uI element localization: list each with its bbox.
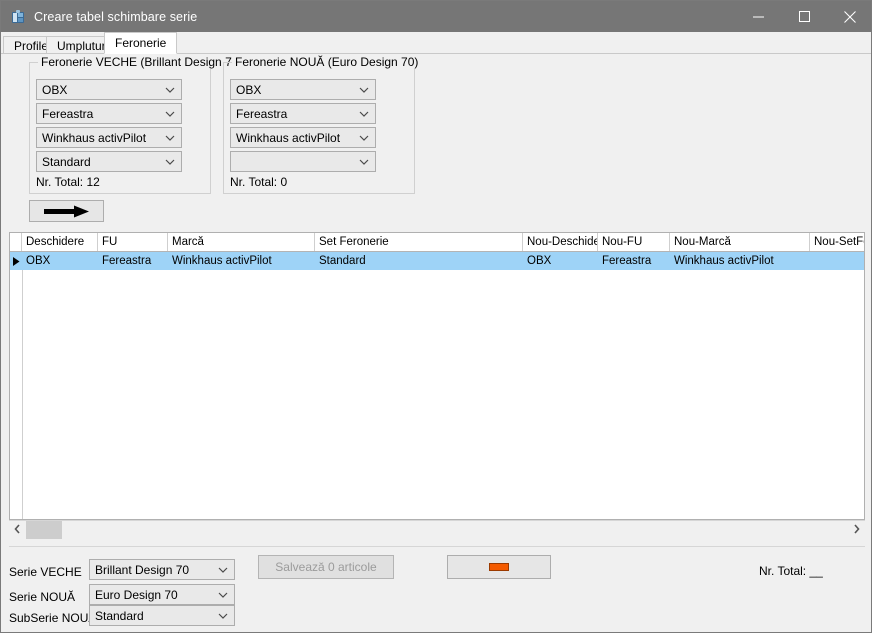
- serie-noua-value: Euro Design 70: [95, 587, 178, 602]
- title-bar: Creare tabel schimbare serie: [1, 1, 871, 32]
- cell-fu: Fereastra: [102, 255, 152, 267]
- noua-set-feronerie-combo[interactable]: [230, 151, 376, 172]
- veche-total-label: Nr. Total: 12: [36, 175, 100, 189]
- noua-marca-combo[interactable]: Winkhaus activPilot: [230, 127, 376, 148]
- noua-marca-value: Winkhaus activPilot: [236, 130, 341, 145]
- chevron-down-icon: [359, 158, 369, 165]
- chevron-down-icon: [359, 134, 369, 141]
- data-grid[interactable]: Deschidere FU Marcă Set Feronerie Nou-De…: [9, 232, 865, 520]
- veche-deschidere-combo[interactable]: OBX: [36, 79, 182, 100]
- chevron-down-icon: [165, 134, 175, 141]
- grid-header-indicator: [10, 233, 22, 251]
- veche-set-feronerie-value: Standard: [42, 154, 91, 169]
- tab-feronerie-label: Feronerie: [115, 36, 167, 50]
- window-title: Creare tabel schimbare serie: [34, 9, 198, 24]
- chevron-down-icon: [359, 110, 369, 117]
- row-indicator-icon: [10, 252, 22, 270]
- cell-nou-setferc: [810, 252, 864, 270]
- noua-total-label: Nr. Total: 0: [230, 175, 288, 189]
- grid-header-deschidere[interactable]: Deschidere: [22, 233, 98, 251]
- cell-deschidere: OBX: [26, 255, 51, 267]
- chevron-right-icon: [853, 523, 860, 537]
- scroll-track[interactable]: [26, 521, 848, 539]
- bottom-divider: [9, 546, 865, 547]
- grid-header-fu[interactable]: FU: [98, 233, 168, 251]
- group-veche-title: Feronerie VECHE (Brillant Design 70): [38, 55, 246, 69]
- veche-deschidere-value: OBX: [42, 82, 68, 97]
- serie-noua-label: Serie NOUĂ: [9, 590, 76, 604]
- noua-deschidere-value: OBX: [236, 82, 262, 97]
- grid-header-nou-deschidere[interactable]: Nou-Deschidere: [523, 233, 598, 251]
- scroll-right-button[interactable]: [848, 521, 865, 539]
- minimize-button[interactable]: [735, 1, 781, 32]
- serie-noua-combo[interactable]: Euro Design 70: [89, 584, 235, 605]
- veche-set-feronerie-combo[interactable]: Standard: [36, 151, 182, 172]
- grid-header-nou-fu[interactable]: Nou-FU: [598, 233, 670, 251]
- minus-icon: [489, 563, 509, 571]
- grid-indicator-divider: [22, 270, 23, 519]
- maximize-button[interactable]: [781, 1, 827, 32]
- chevron-down-icon: [218, 591, 228, 598]
- veche-marca-combo[interactable]: Winkhaus activPilot: [36, 127, 182, 148]
- delete-button[interactable]: [447, 555, 551, 579]
- horizontal-scrollbar[interactable]: [9, 520, 865, 539]
- save-button-label: Salvează 0 articole: [275, 560, 377, 574]
- serie-veche-value: Brillant Design 70: [95, 562, 190, 577]
- chevron-down-icon: [218, 612, 228, 619]
- scroll-left-button[interactable]: [9, 521, 26, 539]
- chevron-down-icon: [165, 86, 175, 93]
- grid-header-nou-setferc[interactable]: Nou-SetFerc: [810, 233, 864, 251]
- serie-veche-label: Serie VECHE: [9, 565, 82, 579]
- cell-marca: Winkhaus activPilot: [172, 255, 272, 267]
- grid-header-set-feronerie[interactable]: Set Feronerie: [315, 233, 523, 251]
- cell-nou-deschidere: OBX: [527, 255, 552, 267]
- subserie-noua-combo[interactable]: Standard: [89, 605, 235, 626]
- app-icon: [10, 9, 26, 25]
- chevron-left-icon: [14, 523, 21, 537]
- close-button[interactable]: [827, 1, 871, 32]
- chevron-down-icon: [359, 86, 369, 93]
- subserie-noua-value: Standard: [95, 608, 144, 623]
- subserie-noua-label: SubSerie NOUĂ: [9, 611, 97, 625]
- chevron-down-icon: [165, 158, 175, 165]
- table-row[interactable]: OBX Fereastra Winkhaus activPilot Standa…: [10, 252, 864, 270]
- tab-page-feronerie: Feronerie VECHE (Brillant Design 70) OBX…: [1, 54, 871, 632]
- veche-fu-value: Fereastra: [42, 106, 94, 121]
- tab-profile-label: Profile: [14, 38, 49, 53]
- cell-nou-fu: Fereastra: [602, 255, 652, 267]
- bottom-total-label: Nr. Total: __: [759, 564, 823, 578]
- serie-veche-combo[interactable]: Brillant Design 70: [89, 559, 235, 580]
- save-button[interactable]: Salvează 0 articole: [258, 555, 394, 579]
- noua-fu-value: Fereastra: [236, 106, 288, 121]
- group-noua-title: Feronerie NOUĂ (Euro Design 70): [232, 55, 422, 69]
- cell-nou-marca: Winkhaus activPilot: [674, 255, 774, 267]
- right-arrow-icon: [43, 205, 90, 218]
- app-window: Creare tabel schimbare serie Profile Ump…: [0, 0, 872, 633]
- noua-deschidere-combo[interactable]: OBX: [230, 79, 376, 100]
- group-feronerie-noua: Feronerie NOUĂ (Euro Design 70) OBX Fere…: [223, 55, 422, 194]
- scroll-thumb[interactable]: [26, 521, 62, 539]
- tab-feronerie[interactable]: Feronerie: [104, 32, 178, 54]
- window-controls: [735, 1, 871, 32]
- grid-header-row: Deschidere FU Marcă Set Feronerie Nou-De…: [10, 233, 864, 252]
- grid-header-marca[interactable]: Marcă: [168, 233, 315, 251]
- grid-header-nou-marca[interactable]: Nou-Marcă: [670, 233, 810, 251]
- veche-marca-value: Winkhaus activPilot: [42, 130, 147, 145]
- group-feronerie-veche: Feronerie VECHE (Brillant Design 70) OBX…: [29, 55, 246, 194]
- cell-set-feronerie: Standard: [319, 255, 366, 267]
- veche-fu-combo[interactable]: Fereastra: [36, 103, 182, 124]
- tab-strip: Profile Umpluturi Feronerie: [1, 32, 871, 54]
- chevron-down-icon: [218, 566, 228, 573]
- tab-umpluturi-label: Umpluturi: [57, 38, 109, 53]
- noua-fu-combo[interactable]: Fereastra: [230, 103, 376, 124]
- chevron-down-icon: [165, 110, 175, 117]
- transfer-button[interactable]: [29, 200, 104, 222]
